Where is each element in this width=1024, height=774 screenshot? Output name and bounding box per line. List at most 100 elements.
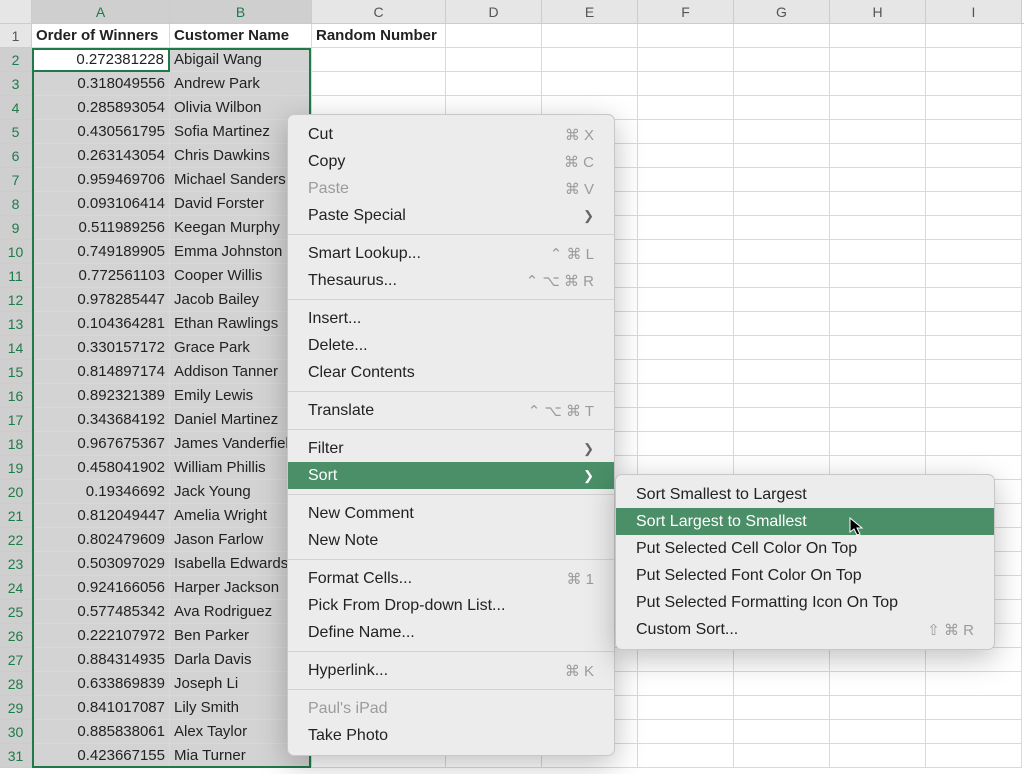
cell[interactable] (734, 360, 830, 384)
cell[interactable] (926, 696, 1022, 720)
cell[interactable] (638, 264, 734, 288)
cell[interactable] (638, 720, 734, 744)
cell[interactable] (926, 288, 1022, 312)
sort-desc[interactable]: Sort Largest to Smallest (616, 508, 994, 535)
row-header-13[interactable]: 13 (0, 312, 32, 336)
cell[interactable] (734, 72, 830, 96)
ctx-paste-special[interactable]: Paste Special❯ (288, 202, 614, 229)
cell[interactable] (638, 72, 734, 96)
row-header-23[interactable]: 23 (0, 552, 32, 576)
cell-A19[interactable]: 0.458041902 (32, 456, 170, 480)
cell-B1[interactable]: Customer Name (170, 24, 312, 48)
cell-B2[interactable]: Abigail Wang (170, 48, 312, 72)
ctx-delete[interactable]: Delete... (288, 332, 614, 359)
cell[interactable] (638, 384, 734, 408)
row-header-30[interactable]: 30 (0, 720, 32, 744)
ctx-paste[interactable]: Paste⌘ V (288, 175, 614, 202)
cell[interactable] (830, 216, 926, 240)
cell[interactable] (638, 336, 734, 360)
cell[interactable] (830, 288, 926, 312)
cell[interactable] (638, 144, 734, 168)
sort-custom[interactable]: Custom Sort...⇧ ⌘ R (616, 616, 994, 643)
ctx-filter[interactable]: Filter❯ (288, 435, 614, 462)
cell-A12[interactable]: 0.978285447 (32, 288, 170, 312)
row-header-15[interactable]: 15 (0, 360, 32, 384)
row-header-3[interactable]: 3 (0, 72, 32, 96)
row-header-1[interactable]: 1 (0, 24, 32, 48)
col-header-H[interactable]: H (830, 0, 926, 23)
cell[interactable] (734, 408, 830, 432)
cell[interactable] (638, 744, 734, 768)
row-header-12[interactable]: 12 (0, 288, 32, 312)
cell[interactable] (926, 720, 1022, 744)
cell[interactable] (830, 168, 926, 192)
cell-A17[interactable]: 0.343684192 (32, 408, 170, 432)
cell-A15[interactable]: 0.814897174 (32, 360, 170, 384)
cell[interactable] (638, 192, 734, 216)
row-header-8[interactable]: 8 (0, 192, 32, 216)
cell[interactable] (638, 672, 734, 696)
cell-A7[interactable]: 0.959469706 (32, 168, 170, 192)
cell[interactable] (926, 264, 1022, 288)
cell[interactable] (830, 432, 926, 456)
cell[interactable] (446, 72, 542, 96)
cell[interactable] (542, 24, 638, 48)
cell[interactable] (446, 24, 542, 48)
cell[interactable] (926, 72, 1022, 96)
cell[interactable] (638, 168, 734, 192)
row-header-25[interactable]: 25 (0, 600, 32, 624)
cell[interactable] (926, 96, 1022, 120)
cell[interactable] (638, 288, 734, 312)
cell[interactable] (926, 48, 1022, 72)
cell-A6[interactable]: 0.263143054 (32, 144, 170, 168)
ctx-smart-lookup[interactable]: Smart Lookup...⌃ ⌘ L (288, 240, 614, 267)
col-header-E[interactable]: E (542, 0, 638, 23)
cell[interactable] (734, 384, 830, 408)
cell[interactable] (830, 384, 926, 408)
cell-B3[interactable]: Andrew Park (170, 72, 312, 96)
cell[interactable] (926, 216, 1022, 240)
row-header-5[interactable]: 5 (0, 120, 32, 144)
cell-A22[interactable]: 0.802479609 (32, 528, 170, 552)
cell[interactable] (830, 96, 926, 120)
cell[interactable] (830, 192, 926, 216)
cell[interactable] (926, 744, 1022, 768)
cell[interactable] (638, 432, 734, 456)
cell[interactable] (926, 240, 1022, 264)
sort-font-color-top[interactable]: Put Selected Font Color On Top (616, 562, 994, 589)
ctx-copy[interactable]: Copy⌘ C (288, 148, 614, 175)
ctx-cut[interactable]: Cut⌘ X (288, 121, 614, 148)
cell[interactable] (926, 672, 1022, 696)
cell[interactable] (734, 96, 830, 120)
row-header-21[interactable]: 21 (0, 504, 32, 528)
sort-cell-color-top[interactable]: Put Selected Cell Color On Top (616, 535, 994, 562)
row-header-16[interactable]: 16 (0, 384, 32, 408)
cell[interactable] (926, 24, 1022, 48)
ctx-insert[interactable]: Insert... (288, 305, 614, 332)
cell-A9[interactable]: 0.511989256 (32, 216, 170, 240)
row-header-26[interactable]: 26 (0, 624, 32, 648)
cell[interactable] (830, 744, 926, 768)
cell[interactable] (734, 192, 830, 216)
cell-A10[interactable]: 0.749189905 (32, 240, 170, 264)
row-header-29[interactable]: 29 (0, 696, 32, 720)
row-header-18[interactable]: 18 (0, 432, 32, 456)
row-header-9[interactable]: 9 (0, 216, 32, 240)
cell[interactable] (830, 48, 926, 72)
ctx-translate[interactable]: Translate⌃ ⌥ ⌘ T (288, 397, 614, 424)
cell[interactable] (734, 264, 830, 288)
ctx-new-note[interactable]: New Note (288, 527, 614, 554)
cell[interactable] (734, 240, 830, 264)
row-header-7[interactable]: 7 (0, 168, 32, 192)
row-header-27[interactable]: 27 (0, 648, 32, 672)
cell[interactable] (734, 720, 830, 744)
row-header-2[interactable]: 2 (0, 48, 32, 72)
col-header-D[interactable]: D (446, 0, 542, 23)
cell[interactable] (926, 144, 1022, 168)
cell[interactable] (638, 360, 734, 384)
cell-A2[interactable]: 0.272381228 (32, 48, 170, 72)
ctx-pick-dropdown[interactable]: Pick From Drop-down List... (288, 592, 614, 619)
sort-asc[interactable]: Sort Smallest to Largest (616, 481, 994, 508)
cell-A20[interactable]: 0.19346692 (32, 480, 170, 504)
cell[interactable] (734, 168, 830, 192)
